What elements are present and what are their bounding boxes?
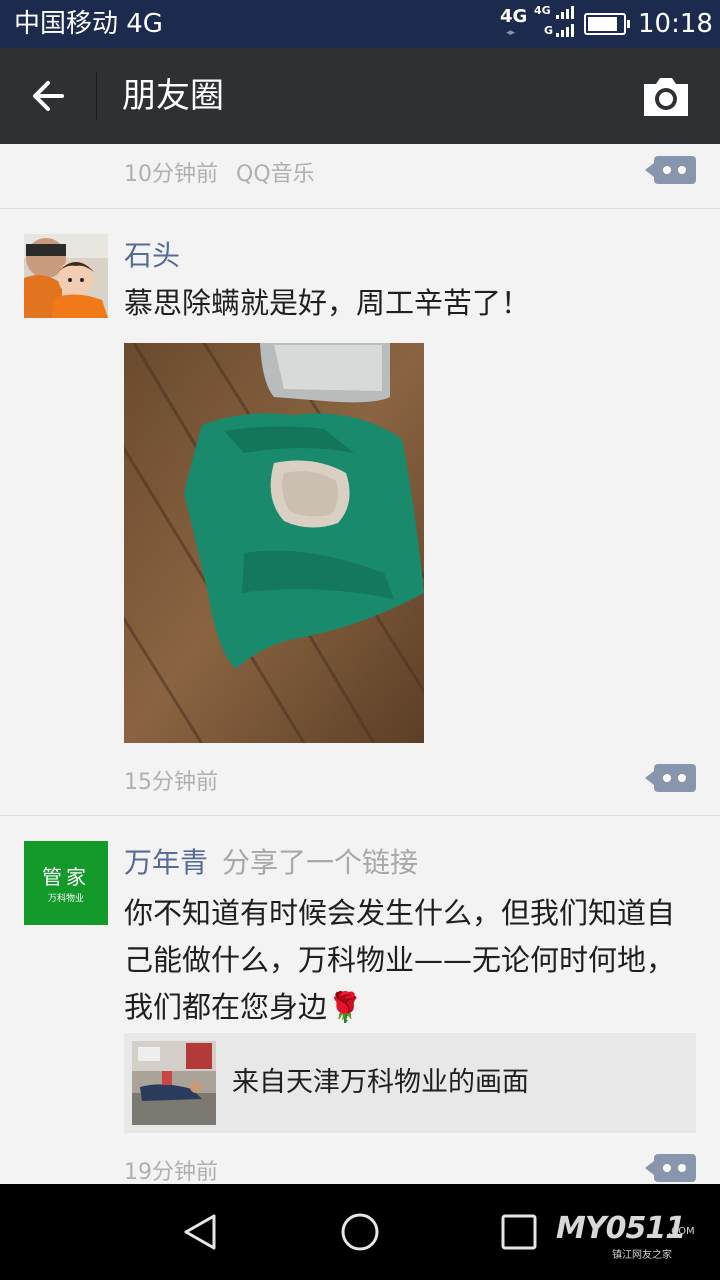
network-type-label: 4G xyxy=(500,6,528,27)
data-arrows-icon: ◂▸ xyxy=(506,28,516,38)
link-thumbnail-image xyxy=(132,1041,216,1125)
post-text-line: 己能做什么，万科物业——无论何时何地， xyxy=(124,943,676,977)
post-photo-image xyxy=(124,343,424,743)
camera-button[interactable] xyxy=(636,70,696,124)
watermark-domain: .COM xyxy=(668,1226,695,1237)
nav-back-button[interactable] xyxy=(176,1210,226,1254)
post-time: 15分钟前 xyxy=(124,770,218,795)
post-action-label: 分享了一个链接 xyxy=(222,846,419,879)
avatar[interactable] xyxy=(24,234,108,318)
back-button[interactable] xyxy=(18,68,78,124)
title-bar: 朋友圈 xyxy=(0,48,720,144)
watermark-subtitle: 镇江网友之家 xyxy=(612,1250,672,1261)
shared-link-card[interactable]: 来自天津万科物业的画面 xyxy=(124,1033,696,1133)
status-bar: 中国移动 4G 4G ◂▸ 4G G 10:18 xyxy=(0,0,720,48)
comment-more-button[interactable] xyxy=(645,1154,696,1182)
post-text: 慕思除螨就是好，周工辛苦了！ xyxy=(124,286,531,320)
post-photo[interactable] xyxy=(124,343,424,743)
avatar[interactable]: 管家 万科物业 xyxy=(24,841,108,925)
post-author-name[interactable]: 万年青 xyxy=(124,846,208,879)
battery-icon xyxy=(584,13,630,35)
avatar-logo-subtext: 万科物业 xyxy=(47,894,84,904)
arrow-left-icon xyxy=(33,81,64,111)
nav-home-button[interactable] xyxy=(335,1210,385,1254)
post-separator xyxy=(0,208,720,209)
moments-feed[interactable]: 10分钟前 QQ音乐 石头 慕思除螨就是好，周工辛苦了！ 15分钟前 管家 万科… xyxy=(0,144,720,1184)
nav-recents-button[interactable] xyxy=(494,1210,544,1254)
post-author-name[interactable]: 石头 xyxy=(124,238,180,274)
signal-icon: 4G G xyxy=(534,4,574,42)
comment-more-button[interactable] xyxy=(645,156,696,184)
square-recents-icon xyxy=(501,1214,537,1250)
post-author-row: 万年青 分享了一个链接 xyxy=(124,845,418,881)
circle-home-icon xyxy=(341,1213,379,1251)
avatar-photo xyxy=(24,234,108,318)
link-title: 来自天津万科物业的画面 xyxy=(232,1067,529,1098)
site-watermark: MY0511 .COM 镇江网友之家 xyxy=(556,1211,706,1262)
clock: 10:18 xyxy=(638,9,713,39)
triangle-back-icon xyxy=(184,1214,216,1250)
watermark-text: MY0511 xyxy=(556,1211,686,1246)
post-text: 你不知道有时候会发生什么，但我们知道自 己能做什么，万科物业——无论何时何地， … xyxy=(124,890,704,1031)
post-text-line: 你不知道有时候会发生什么，但我们知道自 xyxy=(124,896,676,930)
system-nav-bar: MY0511 .COM 镇江网友之家 xyxy=(0,1184,720,1280)
comment-more-button[interactable] xyxy=(645,764,696,792)
link-thumbnail xyxy=(132,1041,216,1125)
avatar-logo-text: 管家 xyxy=(42,865,90,889)
camera-icon xyxy=(644,78,688,116)
post-text-line: 我们都在您身边🌹 xyxy=(124,990,364,1024)
post-time: 19分钟前 xyxy=(124,1160,218,1184)
title-divider xyxy=(96,72,97,120)
page-title: 朋友圈 xyxy=(122,76,224,116)
carrier-label: 中国移动 4G xyxy=(14,9,163,39)
post-meta: 10分钟前 QQ音乐 xyxy=(124,156,315,188)
post-source-link[interactable]: QQ音乐 xyxy=(236,162,315,187)
post-time: 10分钟前 xyxy=(124,162,218,187)
post-separator xyxy=(0,815,720,816)
